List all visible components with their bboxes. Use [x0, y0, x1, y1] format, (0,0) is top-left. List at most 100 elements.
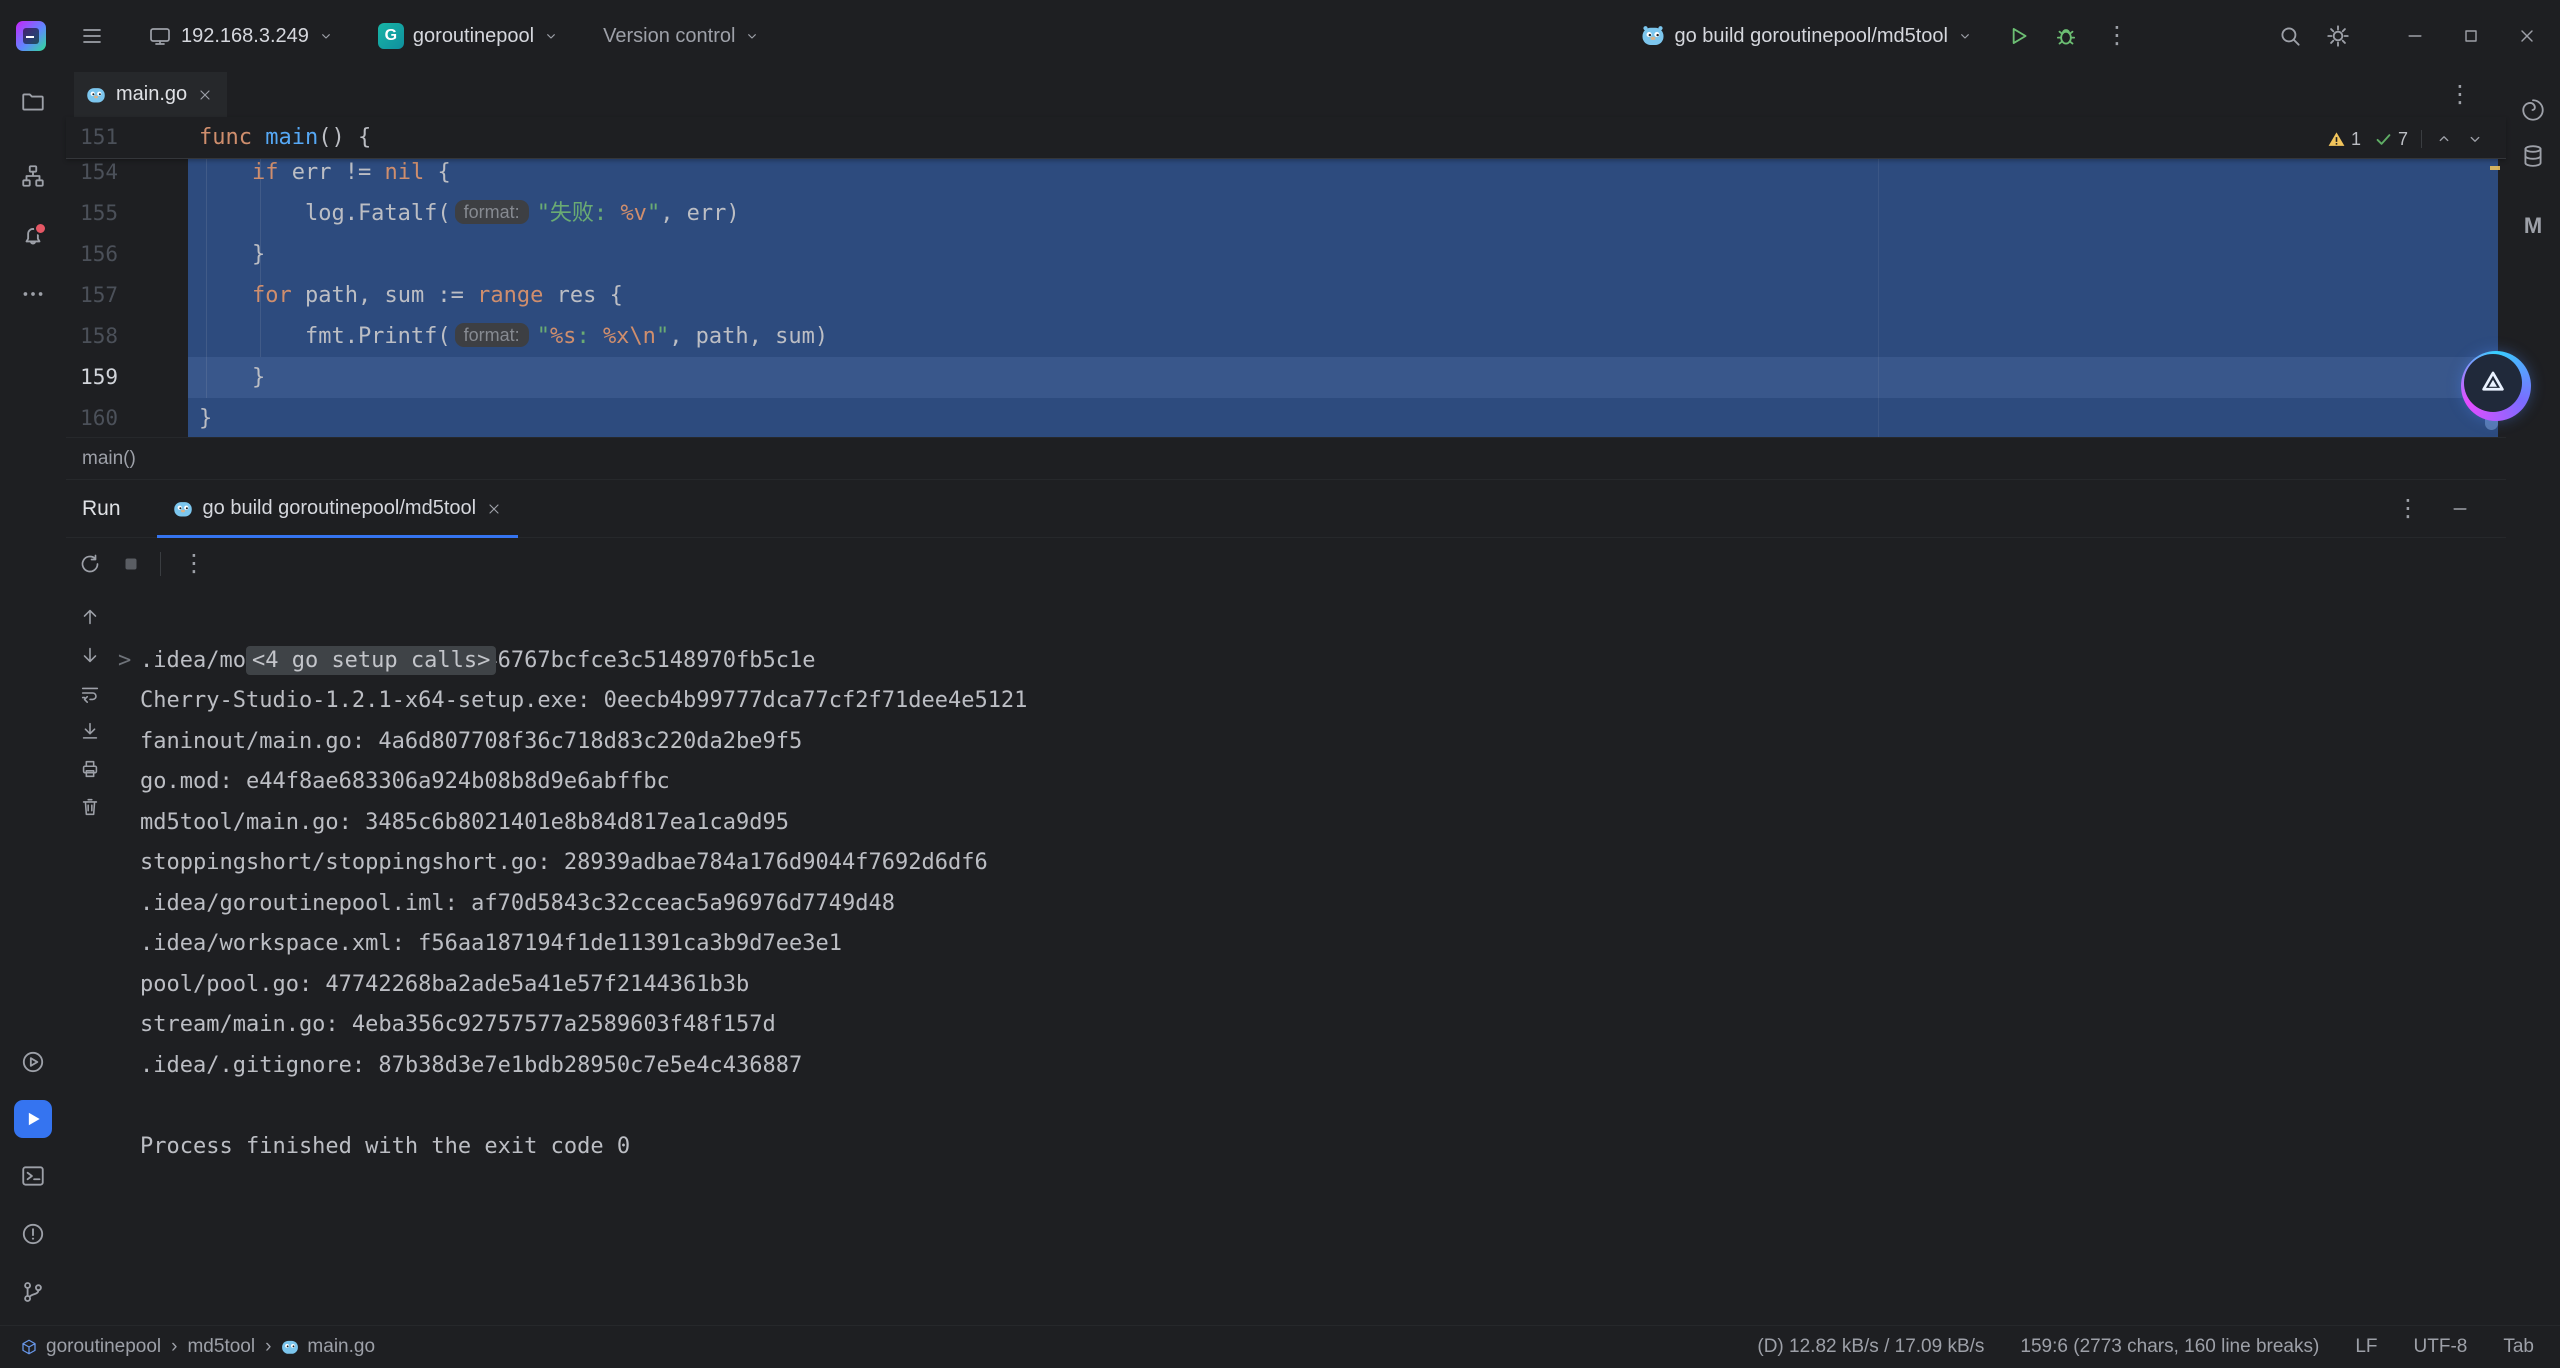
ai-assistant-tool-button[interactable] — [2513, 90, 2553, 130]
chevron-down-icon — [744, 28, 760, 44]
run-button[interactable] — [2005, 23, 2031, 49]
down-stacktrace-button[interactable] — [79, 644, 101, 666]
console-line[interactable]: stream/main.go: 4eba356c92757577a2589603… — [140, 1005, 2476, 1046]
console-line[interactable]: faninout/main.go: 4a6d807708f36c718d83c2… — [140, 722, 2476, 763]
main-menu-button[interactable] — [70, 18, 114, 54]
vcs-widget[interactable]: Version control — [593, 19, 770, 54]
rerun-button[interactable] — [78, 552, 102, 576]
close-button[interactable] — [2499, 0, 2555, 72]
scroll-to-end-button[interactable] — [79, 720, 101, 742]
line-number[interactable]: 154 — [66, 158, 118, 193]
status-crumb-label: main.go — [307, 1336, 375, 1358]
status-item[interactable]: LF — [2355, 1336, 2377, 1358]
console-fold-line[interactable]: ><4 go setup calls> — [140, 600, 2476, 641]
status-crumb-project[interactable]: goroutinepool — [20, 1336, 161, 1358]
status-crumb-file[interactable]: main.go — [281, 1336, 375, 1358]
project-tool-button[interactable] — [13, 82, 53, 122]
line-number[interactable]: 160 — [66, 398, 118, 437]
more-actions-button[interactable]: ⋮ — [2101, 24, 2133, 48]
console-line[interactable]: Cherry-Studio-1.2.1-x64-setup.exe: 0eecb… — [140, 681, 2476, 722]
ai-assistant-fab[interactable] — [2461, 351, 2531, 421]
console-line[interactable]: go.mod: e44f8ae683306a924b08b8d9e6abffbc — [140, 762, 2476, 803]
console-line[interactable]: stoppingshort/stoppingshort.go: 28939adb… — [140, 843, 2476, 884]
console-line[interactable]: .idea/.gitignore: 87b38d3e7e1bdb28950c7e… — [140, 1046, 2476, 1087]
prev-problem-button[interactable] — [2435, 130, 2453, 148]
sticky-line[interactable]: 151func main() { — [66, 117, 2506, 159]
code-line[interactable]: 156 } — [66, 234, 2506, 275]
search-button[interactable] — [2277, 23, 2303, 49]
tab-options-button[interactable]: ⋮ — [2444, 83, 2476, 107]
hide-panel-button[interactable] — [2450, 499, 2470, 519]
line-number[interactable]: 155 — [66, 193, 118, 234]
database-tool-button[interactable] — [2513, 136, 2553, 176]
run-toolbar-more-button[interactable]: ⋮ — [178, 552, 210, 576]
code-line[interactable]: 155 log.Fatalf(format:"失败: %v", err) — [66, 193, 2506, 234]
tab-close-icon[interactable] — [197, 87, 213, 103]
tab-main-go[interactable]: main.go — [74, 72, 227, 117]
line-number[interactable]: 156 — [66, 234, 118, 275]
vcs-label: Version control — [603, 25, 735, 48]
code-tokens: log.Fatalf(format:"失败: %v", err) — [199, 193, 740, 235]
print-button[interactable] — [79, 758, 101, 780]
run-panel-options-button[interactable]: ⋮ — [2392, 497, 2424, 521]
project-widget[interactable]: G goroutinepool — [368, 17, 569, 55]
line-number[interactable]: 158 — [66, 316, 118, 357]
problems-tool-button[interactable] — [13, 1214, 53, 1254]
settings-gear-button[interactable] — [2325, 23, 2351, 49]
console-line[interactable] — [140, 1086, 2476, 1127]
passed-indicator[interactable]: 7 — [2374, 129, 2408, 150]
status-item[interactable]: (D) 12.82 kB/s / 17.09 kB/s — [1757, 1336, 1984, 1358]
stop-button[interactable] — [119, 552, 143, 576]
clear-console-button[interactable] — [79, 796, 101, 818]
status-item[interactable]: 159:6 (2773 chars, 160 line breaks) — [2020, 1336, 2319, 1358]
line-number[interactable]: 157 — [66, 275, 118, 316]
run-console: ><4 go setup calls> .idea/modules.xml: 7… — [66, 592, 2506, 1326]
console-line[interactable]: Process finished with the exit code 0 — [140, 1127, 2476, 1168]
notifications-button[interactable] — [13, 216, 53, 256]
run-tab[interactable]: go build goroutinepool/md5tool — [157, 480, 519, 537]
structure-tool-button[interactable] — [13, 156, 53, 196]
next-problem-button[interactable] — [2466, 130, 2484, 148]
minimize-button[interactable] — [2387, 0, 2443, 72]
run-tool-button-active[interactable] — [14, 1100, 52, 1138]
run-tab-close-icon[interactable] — [486, 501, 502, 517]
remote-host-label: 192.168.3.249 — [181, 25, 309, 48]
console-line[interactable]: md5tool/main.go: 3485c6b8021401e8b84d817… — [140, 803, 2476, 844]
folded-region[interactable]: <4 go setup calls> — [246, 646, 496, 675]
run-configuration-widget[interactable]: go build goroutinepool/md5tool — [1631, 18, 1983, 54]
crumb-separator: › — [265, 1336, 271, 1358]
console-line[interactable]: .idea/workspace.xml: f56aa187194f1de1139… — [140, 924, 2476, 965]
code-line[interactable]: 154 if err != nil { — [66, 158, 2506, 193]
warnings-indicator[interactable]: 1 — [2327, 129, 2361, 150]
code-line[interactable]: 159 } — [66, 357, 2506, 398]
main-area: main.go ⋮ 151func main() { 1 7 154 if e — [66, 72, 2506, 1326]
console-line[interactable]: .idea/goroutinepool.iml: af70d5843c32cce… — [140, 884, 2476, 925]
status-crumb-md5tool[interactable]: md5tool — [187, 1336, 255, 1358]
code-line[interactable]: 158 fmt.Printf(format:"%s: %x\n", path, … — [66, 316, 2506, 357]
terminal-tool-button[interactable] — [13, 1156, 53, 1196]
line-number[interactable]: 151 — [66, 117, 118, 158]
more-tool-windows-button[interactable] — [13, 274, 53, 314]
code-token: " — [647, 201, 660, 226]
code-line[interactable]: 151func main() { — [66, 117, 2506, 158]
status-item[interactable]: Tab — [2503, 1336, 2534, 1358]
monitor-icon — [148, 24, 172, 48]
code-line[interactable]: 160} — [66, 398, 2506, 437]
debug-button[interactable] — [2053, 23, 2079, 49]
remote-host-widget[interactable]: 192.168.3.249 — [138, 18, 344, 54]
breadcrumb-main[interactable]: main() — [82, 448, 136, 470]
git-tool-button[interactable] — [13, 1272, 53, 1312]
warning-stripe-mark[interactable] — [2490, 166, 2500, 170]
line-number[interactable]: 159 — [66, 357, 118, 398]
status-item[interactable]: UTF-8 — [2414, 1336, 2468, 1358]
soft-wrap-button[interactable] — [79, 682, 101, 704]
console-line[interactable]: pool/pool.go: 47742268ba2ade5a41e57f2144… — [140, 965, 2476, 1006]
fold-arrow-icon[interactable]: > — [118, 641, 131, 682]
code-line[interactable]: 157 for path, sum := range res { — [66, 275, 2506, 316]
status-bar: goroutinepool › md5tool › main.go (D) 12… — [0, 1325, 2560, 1368]
editor[interactable]: 154 if err != nil {155 log.Fatalf(format… — [66, 158, 2506, 437]
up-stacktrace-button[interactable] — [79, 606, 101, 628]
services-tool-button[interactable] — [13, 1042, 53, 1082]
m-plugin-tool-button[interactable]: M — [2513, 206, 2553, 246]
maximize-button[interactable] — [2443, 0, 2499, 72]
